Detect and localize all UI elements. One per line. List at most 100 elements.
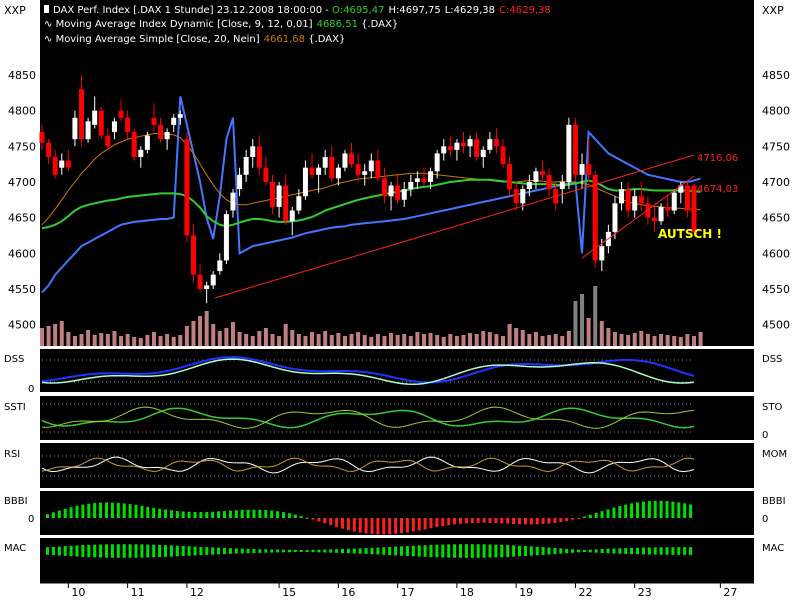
volume-bar [125,334,130,346]
level-upper-label: 4716,06 [697,153,738,164]
candle-body [85,121,91,140]
volume-bar [171,337,176,346]
mac-bar [636,547,639,555]
bbbi-bar [447,518,451,526]
candle-body [507,164,513,190]
bbbi-bar [329,518,333,526]
volume-bar [204,311,209,346]
volume-bar [553,334,558,346]
mac-bar [199,546,203,556]
bbbi-bar [411,518,415,532]
candle-body [658,206,664,222]
mac-bar [547,547,551,555]
candle-body [414,178,420,182]
bbbi-bar [683,503,687,518]
ma-dynamic-suffix: {.DAX} [358,19,398,30]
bbbi-bar [51,512,55,518]
bbbi-bar [429,518,433,529]
y-tick-label-right: 4850 [762,69,790,82]
bbbi-bar [641,501,645,518]
bbbi-bar [128,504,132,518]
volume-bar [402,334,407,346]
volume-bar [487,332,492,346]
bbbi-bar [305,517,309,519]
volume-bar [586,318,591,346]
y-tick-label-right: 4700 [762,176,790,189]
volume-bar [138,338,143,346]
mac-bar [293,549,297,553]
candle-body [513,189,519,204]
mac-bar [512,545,516,557]
candle-body [362,171,368,175]
mac-bar [240,548,244,554]
volume-bar [415,332,420,346]
volume-bar [421,334,426,346]
volume-bar [507,324,512,346]
mac-bar [223,547,226,555]
bbbi-bar [169,510,173,518]
header-line-3: ∿ Moving Average Simple [Close, 20, Nein… [44,34,345,45]
volume-bar [547,335,552,346]
candle-body [79,89,85,140]
bbbi-bar [99,502,103,518]
bbbi-bar [205,511,209,518]
mac-bar [411,545,415,557]
mac-bar [217,547,221,555]
mac-bar [488,544,492,558]
bbbi-bar [529,518,533,525]
ma-simple-suffix: {.DAX} [305,34,345,45]
mac-bar [476,544,480,558]
bbbi-bar [512,518,516,525]
mac-bar [571,549,575,553]
candle-body [316,167,322,175]
candle-body [52,156,58,175]
volume-bar [342,336,347,346]
bbbi-bar [211,511,215,518]
x-tick-label: 27 [723,586,737,599]
mac-bar [99,544,103,558]
bbbi-bar [518,518,521,525]
bbbi-bar [618,506,622,518]
mac-bar [152,544,156,558]
level-lower-label: 4674,03 [697,184,738,195]
volume-bar [99,333,104,346]
candle-body [460,142,466,147]
candle-body [572,124,578,175]
bbbi-bar [653,500,657,518]
candle-body [388,185,394,197]
mac-bar [482,544,486,558]
volume-bar [369,337,374,346]
ssti-label-right: STO [762,402,782,413]
volume-bar [645,334,650,346]
mac-bar [523,545,527,557]
mac-bar [205,547,209,555]
candle-body [151,117,157,125]
mac-bar [376,547,380,555]
volume-bar [540,336,545,346]
volume-bar [626,335,631,346]
candle-body [230,192,236,211]
candle-body [59,160,65,168]
candle-body [204,285,210,289]
x-tick-label: 11 [131,586,145,599]
bbbi-bar [199,512,203,518]
candle-body [177,114,183,118]
volume-bar [494,334,499,346]
bbbi-bar [636,502,639,518]
candle-body [651,217,657,222]
candle-body [190,235,196,275]
volume-bar [217,331,222,346]
volume-bar [277,336,282,346]
candle-body [401,189,407,200]
volume-bar [270,334,275,346]
mac-bar [553,547,557,555]
mac-bar [641,547,645,555]
volume-bar [105,334,110,346]
volume-bar [72,336,77,346]
candle-body [395,185,401,200]
candle-body [184,139,190,236]
candle-body [217,260,223,272]
candle-body [540,171,546,175]
candle-body [368,160,374,172]
bbbi-zero-right: 0 [762,514,768,525]
